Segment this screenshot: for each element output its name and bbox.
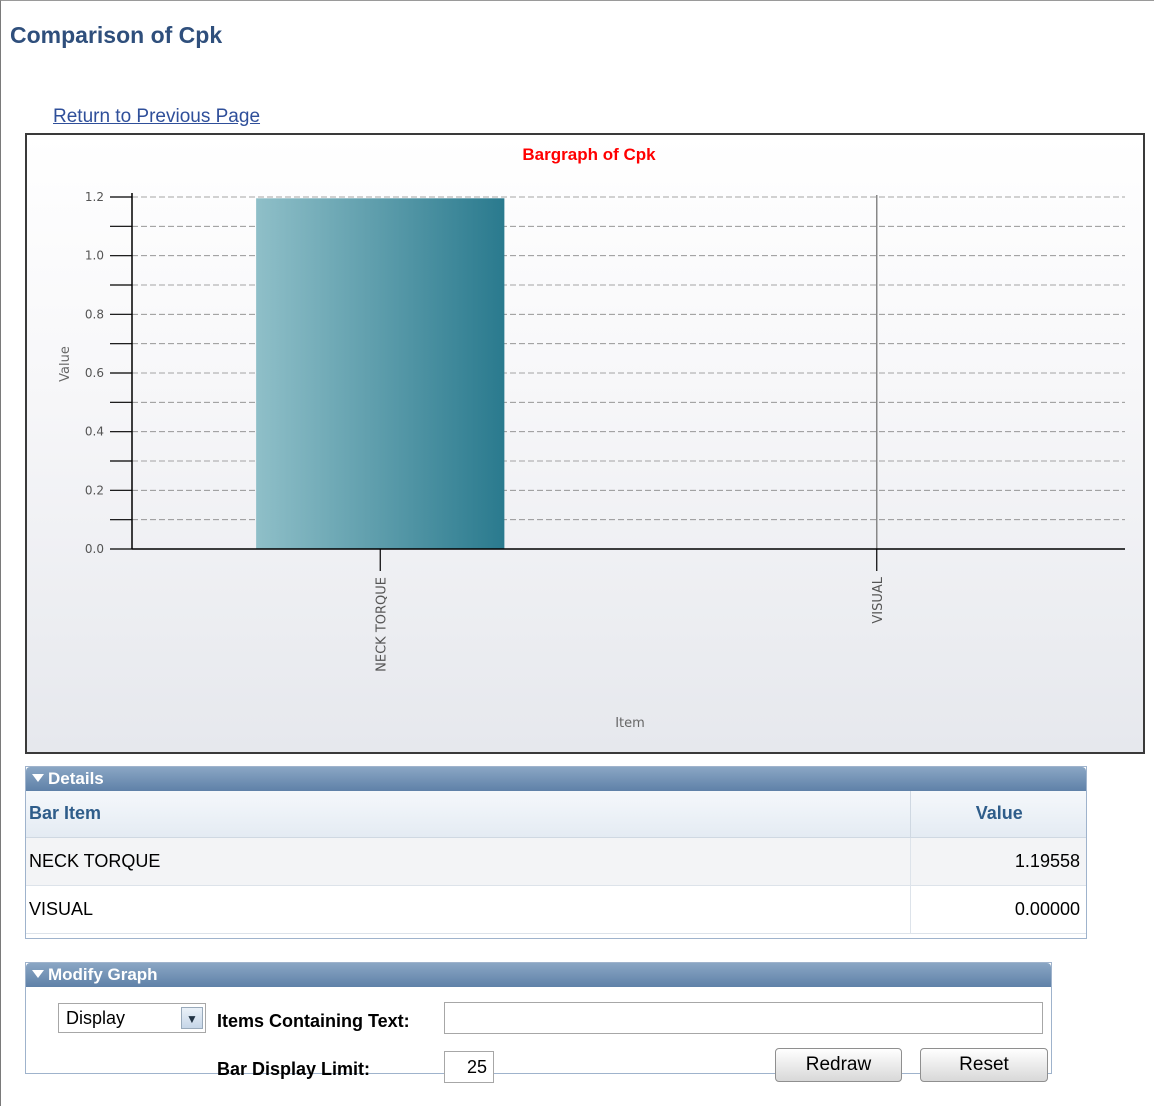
bar-item-cell: VISUAL — [26, 885, 910, 934]
chart-svg: Bargraph of Cpk 0.0 0.2 0.4 0.6 0.8 1.0 1.2 NEC… — [58, 145, 1125, 731]
y-tick-label: 0.6 — [85, 366, 104, 380]
bar-display-limit-input[interactable] — [444, 1051, 494, 1083]
collapse-triangle-icon — [32, 773, 44, 782]
details-table: Bar Item Value NECK TORQUE 1.19558 VISUA… — [26, 791, 1086, 934]
bar-layer — [256, 195, 878, 549]
chart-title: Bargraph of Cpk — [522, 145, 656, 164]
modify-graph-header-label: Modify Graph — [48, 965, 158, 984]
y-tick-label: 0.2 — [85, 483, 104, 497]
axis-layer: 0.0 0.2 0.4 0.6 0.8 1.0 1.2 NECK TORQUE VISUAL — [85, 190, 1125, 672]
redraw-button[interactable]: Redraw — [775, 1048, 902, 1082]
collapse-triangle-icon — [32, 969, 44, 978]
bar-item-cell: NECK TORQUE — [26, 837, 910, 886]
details-header-label: Details — [48, 769, 104, 788]
page-title: Comparison of Cpk — [10, 22, 223, 48]
x-category-label: NECK TORQUE — [374, 577, 389, 672]
x-axis-title: Item — [615, 716, 645, 731]
details-panel: Details Bar Item Value NECK TORQUE 1.195… — [25, 766, 1087, 939]
display-select[interactable]: Display ▼ — [58, 1003, 206, 1033]
value-cell: 0.00000 — [909, 885, 1086, 934]
column-header-value[interactable]: Value — [909, 791, 1086, 838]
y-tick-label: 0.8 — [85, 307, 104, 321]
y-tick-label: 0.4 — [85, 425, 104, 439]
bar-display-limit-label: Bar Display Limit: — [217, 1059, 371, 1079]
items-containing-text-label: Items Containing Text: — [217, 1011, 410, 1031]
table-row: NECK TORQUE 1.19558 — [26, 837, 1086, 886]
details-header[interactable]: Details — [26, 767, 1086, 791]
y-axis-title: Value — [58, 346, 73, 382]
modify-graph-header[interactable]: Modify Graph — [26, 963, 1051, 987]
value-cell: 1.19558 — [909, 837, 1086, 886]
display-select-value: Display — [66, 1008, 126, 1028]
y-tick-label: 0.0 — [85, 542, 104, 556]
items-containing-text-input[interactable] — [444, 1002, 1043, 1034]
y-tick-label: 1.0 — [85, 249, 104, 263]
return-to-previous-page-link[interactable]: Return to Previous Page — [53, 106, 260, 128]
x-category-label: VISUAL — [871, 576, 886, 623]
column-header-bar-item[interactable]: Bar Item — [26, 791, 910, 838]
table-row: VISUAL 0.00000 — [26, 885, 1086, 934]
chevron-down-icon[interactable]: ▼ — [181, 1007, 203, 1029]
modify-graph-panel: Modify Graph Display ▼ Items Containing … — [25, 962, 1052, 1083]
bar-neck-torque — [256, 198, 505, 549]
reset-button[interactable]: Reset — [920, 1048, 1048, 1082]
y-tick-label: 1.2 — [85, 190, 104, 204]
bar-chart: Bargraph of Cpk 0.0 0.2 0.4 0.6 0.8 1.0 1.2 NEC… — [25, 133, 1145, 754]
